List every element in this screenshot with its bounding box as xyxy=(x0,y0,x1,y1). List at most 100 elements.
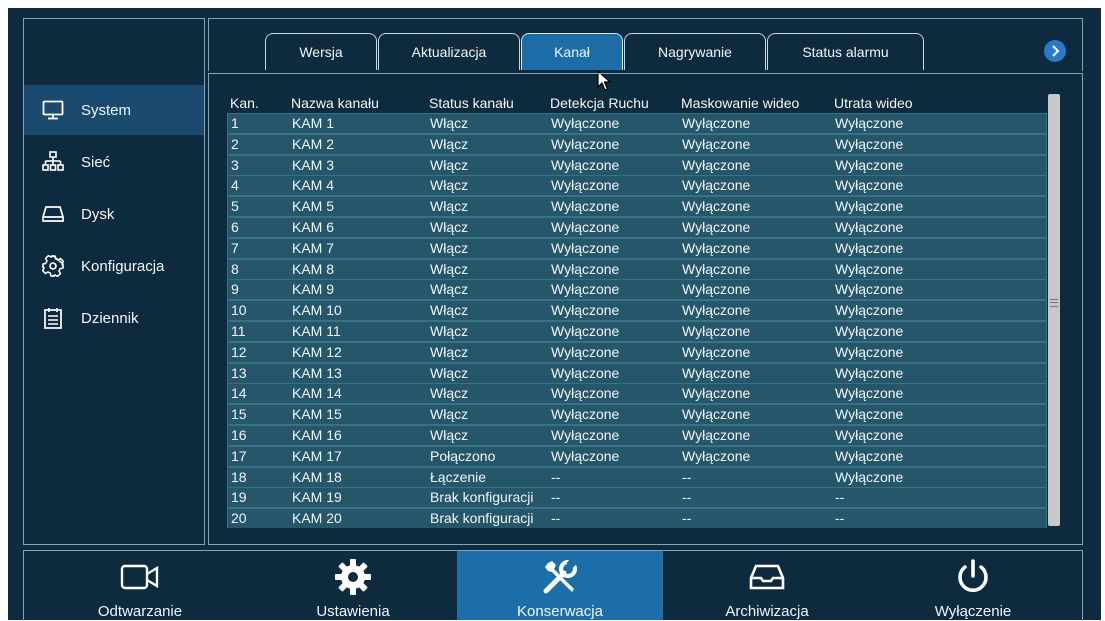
table-row[interactable]: 11 KAM 11 Włącz Wyłączone Wyłączone Wyłączone xyxy=(227,321,1047,342)
cell-channel-name: KAM 10 xyxy=(292,302,342,319)
table-row[interactable]: 19 KAM 19 Brak konfiguracji -- -- -- xyxy=(227,487,1047,509)
table-row[interactable]: 12 KAM 12 Włącz Wyłączone Wyłączone Wyłączone xyxy=(227,341,1047,363)
table-row[interactable]: 3 KAM 3 Włącz Wyłączone Wyłączone Wyłączone xyxy=(227,154,1047,176)
cell-channel-name: KAM 16 xyxy=(292,427,342,443)
gear-icon xyxy=(42,255,64,277)
sidebar-item-disk[interactable]: Dysk xyxy=(24,189,204,239)
cell-channel-name: KAM 12 xyxy=(292,343,342,360)
cell-video-loss: Wyłączone xyxy=(835,385,904,402)
tab-recording[interactable]: Nagrywanie xyxy=(624,33,766,70)
cell-channel-status: Włącz xyxy=(430,302,469,319)
table-row[interactable]: 4 KAM 4 Włącz Wyłączone Wyłączone Wyłączone xyxy=(227,175,1047,197)
nav-shutdown[interactable]: Wyłączenie xyxy=(870,551,1076,620)
table-row[interactable]: 2 KAM 2 Włącz Wyłączone Wyłączone Wyłączone xyxy=(227,133,1047,155)
nav-label: Odtwarzanie xyxy=(97,603,183,620)
table-row[interactable]: 8 KAM 8 Włącz Wyłączone Wyłączone Wyłączone xyxy=(227,258,1047,280)
cell-video-loss: Wyłączone xyxy=(835,156,904,173)
table-row[interactable]: 9 KAM 9 Włącz Wyłączone Wyłączone Wyłączone xyxy=(227,279,1047,301)
cell-video-masking: Wyłączone xyxy=(682,135,751,152)
tab-update[interactable]: Aktualizacja xyxy=(378,33,520,70)
sidebar-item-network[interactable]: Sieć xyxy=(24,137,204,187)
table-row[interactable]: 17 KAM 17 Połączono Wyłączone Wyłączone Wyłąc… xyxy=(227,445,1047,467)
cell-motion-detection: -- xyxy=(551,489,561,506)
cell-video-masking: -- xyxy=(682,489,692,506)
gear-icon xyxy=(333,557,373,597)
cell-video-masking: -- xyxy=(682,510,692,527)
header-video-masking: Maskowanie wideo xyxy=(681,95,800,111)
cell-video-masking: Wyłączone xyxy=(682,177,751,194)
cell-channel-name: KAM 5 xyxy=(292,198,335,215)
tab-channel[interactable]: Kanał xyxy=(521,33,623,70)
cell-video-loss: Wyłączone xyxy=(835,281,904,298)
cell-channel: 17 xyxy=(231,447,247,464)
cell-motion-detection: Wyłączone xyxy=(551,219,620,235)
sidebar-item-configuration[interactable]: Konfiguracja xyxy=(24,241,204,291)
cell-channel-name: KAM 8 xyxy=(292,260,335,277)
table-row[interactable]: 16 KAM 16 Włącz Wyłączone Wyłączone Wyłączone xyxy=(227,425,1047,446)
cell-channel-status: Włącz xyxy=(430,323,469,339)
nav-archive[interactable]: Archiwizacja xyxy=(664,551,870,620)
sidebar-item-log[interactable]: Dziennik xyxy=(24,293,204,343)
cell-channel-status: Włącz xyxy=(430,115,469,131)
cell-channel-status: Włącz xyxy=(430,260,469,277)
cell-channel-name: KAM 3 xyxy=(292,156,335,173)
table-row[interactable]: 13 KAM 13 Włącz Wyłączone Wyłączone Wyłączone xyxy=(227,362,1047,384)
nav-playback[interactable]: Odtwarzanie xyxy=(37,551,243,620)
cell-channel-name: KAM 14 xyxy=(292,385,342,402)
cell-video-masking: Wyłączone xyxy=(682,406,751,423)
nav-settings[interactable]: Ustawienia xyxy=(250,551,456,620)
table-row[interactable]: 14 KAM 14 Włącz Wyłączone Wyłączone Wyłączone xyxy=(227,383,1047,405)
cell-video-masking: Wyłączone xyxy=(682,219,751,235)
cell-channel: 2 xyxy=(231,135,239,152)
cell-video-masking: Wyłączone xyxy=(682,260,751,277)
cell-motion-detection: Wyłączone xyxy=(551,323,620,339)
cell-video-loss: Wyłączone xyxy=(835,177,904,194)
nav-label: Archiwizacja xyxy=(725,603,809,620)
cell-video-masking: Wyłączone xyxy=(682,198,751,215)
cell-channel-status: Włącz xyxy=(430,427,469,443)
table-row[interactable]: 10 KAM 10 Włącz Wyłączone Wyłączone Wyłączone xyxy=(227,300,1047,322)
cell-channel-name: KAM 4 xyxy=(292,177,335,194)
cell-video-masking: Wyłączone xyxy=(682,156,751,173)
cell-motion-detection: Wyłączone xyxy=(551,177,620,194)
cell-channel-status: Łączenie xyxy=(430,468,487,485)
tabs-next-button[interactable] xyxy=(1044,40,1066,62)
table-row[interactable]: 5 KAM 5 Włącz Wyłączone Wyłączone Wyłączone xyxy=(227,196,1047,218)
nav-maintenance[interactable]: Konserwacja xyxy=(457,551,663,620)
tab-alarm-status[interactable]: Status alarmu xyxy=(767,33,924,70)
table-row[interactable]: 1 KAM 1 Włącz Wyłączone Wyłączone Wyłączone xyxy=(227,113,1047,134)
table-row[interactable]: 7 KAM 7 Włącz Wyłączone Wyłączone Wyłączone xyxy=(227,237,1047,259)
cell-video-loss: Wyłączone xyxy=(835,198,904,215)
table-row[interactable]: 6 KAM 6 Włącz Wyłączone Wyłączone Wyłączone xyxy=(227,217,1047,238)
table-row[interactable]: 20 KAM 20 Brak konfiguracji -- -- -- xyxy=(227,508,1047,528)
cell-motion-detection: Wyłączone xyxy=(551,198,620,215)
cell-video-masking: -- xyxy=(682,468,692,485)
cell-channel-status: Włącz xyxy=(430,135,469,152)
cell-channel-name: KAM 19 xyxy=(292,489,342,506)
cell-motion-detection: Wyłączone xyxy=(551,447,620,464)
cell-motion-detection: Wyłączone xyxy=(551,239,620,256)
cell-channel: 12 xyxy=(231,343,247,360)
table-scrollbar[interactable] xyxy=(1048,94,1060,526)
cell-channel-status: Brak konfiguracji xyxy=(430,510,534,527)
tab-version[interactable]: Wersja xyxy=(265,33,377,70)
cell-channel-status: Włącz xyxy=(430,177,469,194)
table-row[interactable]: 15 KAM 15 Włącz Wyłączone Wyłączone Wyłączone xyxy=(227,404,1047,426)
cell-video-loss: Wyłączone xyxy=(835,115,904,131)
cell-video-masking: Wyłączone xyxy=(682,323,751,339)
table-row[interactable]: 18 KAM 18 Łączenie -- -- Wyłączone xyxy=(227,466,1047,488)
cell-motion-detection: Wyłączone xyxy=(551,135,620,152)
cell-channel: 15 xyxy=(231,406,247,423)
scrollbar-grip[interactable] xyxy=(1050,299,1058,307)
cell-channel: 4 xyxy=(231,177,239,194)
disk-icon xyxy=(42,203,64,225)
cell-channel-status: Włącz xyxy=(430,219,469,235)
cell-video-loss: -- xyxy=(835,510,845,527)
cell-video-loss: Wyłączone xyxy=(835,364,904,381)
sidebar-item-system[interactable]: System xyxy=(24,85,204,135)
archive-drive-icon xyxy=(748,557,786,597)
cell-channel: 8 xyxy=(231,260,239,277)
cell-channel: 7 xyxy=(231,239,239,256)
cell-channel-name: KAM 2 xyxy=(292,135,335,152)
cell-video-loss: Wyłączone xyxy=(835,302,904,319)
